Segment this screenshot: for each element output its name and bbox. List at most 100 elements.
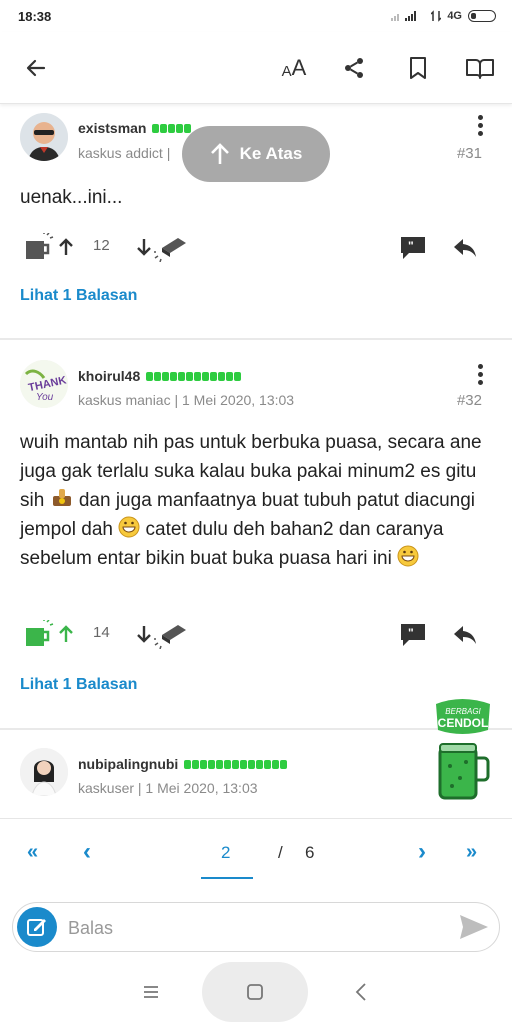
view-replies-link[interactable]: Lihat 1 Balasan — [20, 676, 137, 694]
open-book-icon — [466, 59, 494, 79]
arrow-up-icon — [210, 143, 229, 164]
avatar-you-text: You — [36, 392, 54, 403]
bookmark-icon — [410, 57, 426, 79]
more-options-button[interactable] — [478, 115, 484, 139]
reply-icon — [454, 626, 476, 644]
cendol-glass-icon — [26, 620, 54, 646]
quote-icon: " — [401, 624, 425, 646]
cendol-button[interactable] — [22, 233, 56, 263]
system-nav-bar — [0, 960, 512, 1024]
avatar[interactable] — [20, 748, 68, 796]
user-rank: kaskus addict — [78, 145, 163, 161]
vote-count: 12 — [93, 237, 110, 254]
signal-icon — [391, 11, 417, 21]
quote-button[interactable]: " — [398, 233, 428, 263]
bata-button[interactable] — [154, 233, 188, 263]
berbagi-cendol-button[interactable]: BERBAGI CENDOL — [432, 696, 494, 806]
font-size-button[interactable]: AA — [274, 50, 314, 86]
back-nav-button[interactable] — [354, 982, 368, 1007]
data-transfer-icon — [431, 10, 442, 22]
page-separator: / — [278, 843, 283, 862]
post-32: THANK You khoirul48 kaskus maniac | 1 Mei… — [0, 340, 512, 730]
cendol-button[interactable] — [22, 620, 56, 650]
svg-text:": " — [408, 239, 414, 253]
recent-apps-button[interactable] — [142, 984, 160, 1005]
arrow-up-icon — [59, 625, 73, 642]
dot — [478, 380, 483, 385]
first-page-button[interactable]: « — [27, 841, 38, 864]
quote-button[interactable]: " — [398, 620, 428, 650]
dot — [478, 131, 483, 136]
status-icons: 4G — [391, 10, 496, 22]
share-button[interactable] — [336, 50, 372, 86]
edit-icon — [27, 919, 46, 936]
current-page-underline — [201, 877, 253, 879]
downvote-button[interactable] — [134, 624, 154, 644]
post-author[interactable]: existsman — [78, 120, 192, 136]
post-number: #32 — [456, 392, 482, 409]
send-icon — [460, 915, 488, 939]
network-type: 4G — [447, 10, 462, 22]
username: existsman — [78, 120, 147, 136]
share-icon — [345, 58, 363, 78]
post-author[interactable]: nubipalingnubi — [78, 756, 288, 772]
brick-icon — [154, 238, 186, 262]
back-button[interactable] — [18, 50, 54, 86]
avatar-existsman-image — [20, 113, 68, 161]
svg-text:": " — [408, 626, 414, 640]
username: nubipalingnubi — [78, 756, 179, 772]
vote-count: 14 — [93, 624, 110, 641]
reader-mode-button[interactable] — [462, 50, 498, 86]
avatar[interactable]: THANK You — [20, 360, 68, 408]
prev-page-button[interactable]: ‹ — [83, 838, 91, 866]
app-header: AA — [0, 32, 512, 104]
font-size-large-label: A — [291, 55, 307, 80]
reply-bar — [12, 902, 500, 952]
upvote-button[interactable] — [56, 624, 76, 644]
reply-button[interactable] — [450, 622, 480, 648]
avatar[interactable] — [20, 113, 68, 161]
scroll-to-top-label: Ke Atas — [239, 144, 303, 163]
home-button[interactable] — [202, 962, 308, 1022]
bookmark-button[interactable] — [400, 50, 436, 86]
dot — [478, 115, 483, 120]
current-page[interactable]: 2 — [221, 843, 230, 863]
upvote-button[interactable] — [56, 237, 76, 257]
post-actions: 12 " — [0, 227, 512, 267]
cendol-glass-icon — [26, 233, 54, 259]
post-meta: kaskuser | 1 Mei 2020, 13:03 — [78, 780, 258, 796]
chevron-left-icon — [355, 983, 366, 1001]
downvote-button[interactable] — [134, 237, 154, 257]
arrow-down-icon — [137, 239, 151, 256]
last-page-button[interactable]: » — [466, 841, 477, 864]
bata-button[interactable] — [154, 620, 188, 650]
arrow-down-icon — [137, 626, 151, 643]
post-body: wuih mantab nih pas untuk berbuka puasa,… — [20, 428, 490, 573]
more-options-button[interactable] — [478, 364, 484, 388]
post-meta: kaskus maniac | 1 Mei 2020, 13:03 — [78, 392, 295, 408]
dot — [478, 372, 483, 377]
next-page-button[interactable]: › — [418, 838, 426, 866]
post-actions: 14 " — [0, 616, 512, 656]
reputation-bar — [146, 371, 242, 381]
reputation-bar — [184, 759, 288, 769]
reply-button[interactable] — [450, 235, 480, 261]
cendol-glass-badge-icon: BERBAGI CENDOL — [436, 699, 490, 800]
post-number: #31 — [456, 145, 482, 162]
thumbs-up-emoticon — [50, 488, 74, 508]
avatar-thank-you-image: THANKYou — [20, 360, 68, 408]
post-author[interactable]: khoirul48 — [78, 368, 242, 384]
avatar-nubipalingnubi-image — [20, 748, 68, 796]
scroll-to-top-button[interactable]: Ke Atas — [182, 126, 330, 182]
status-bar: 18:38 4G — [0, 0, 512, 32]
status-time: 18:38 — [18, 8, 52, 24]
pagination: « ‹ 2 / 6 › » — [0, 818, 512, 888]
post-meta: kaskus addict | — [78, 145, 171, 161]
view-replies-link[interactable]: Lihat 1 Balasan — [20, 287, 137, 305]
advanced-editor-button[interactable] — [17, 907, 57, 947]
grin-emoticon — [118, 516, 140, 538]
send-button[interactable] — [459, 914, 489, 945]
username: khoirul48 — [78, 368, 141, 384]
cendol-badge-line1: BERBAGI — [445, 707, 481, 716]
reply-input[interactable] — [68, 915, 448, 941]
